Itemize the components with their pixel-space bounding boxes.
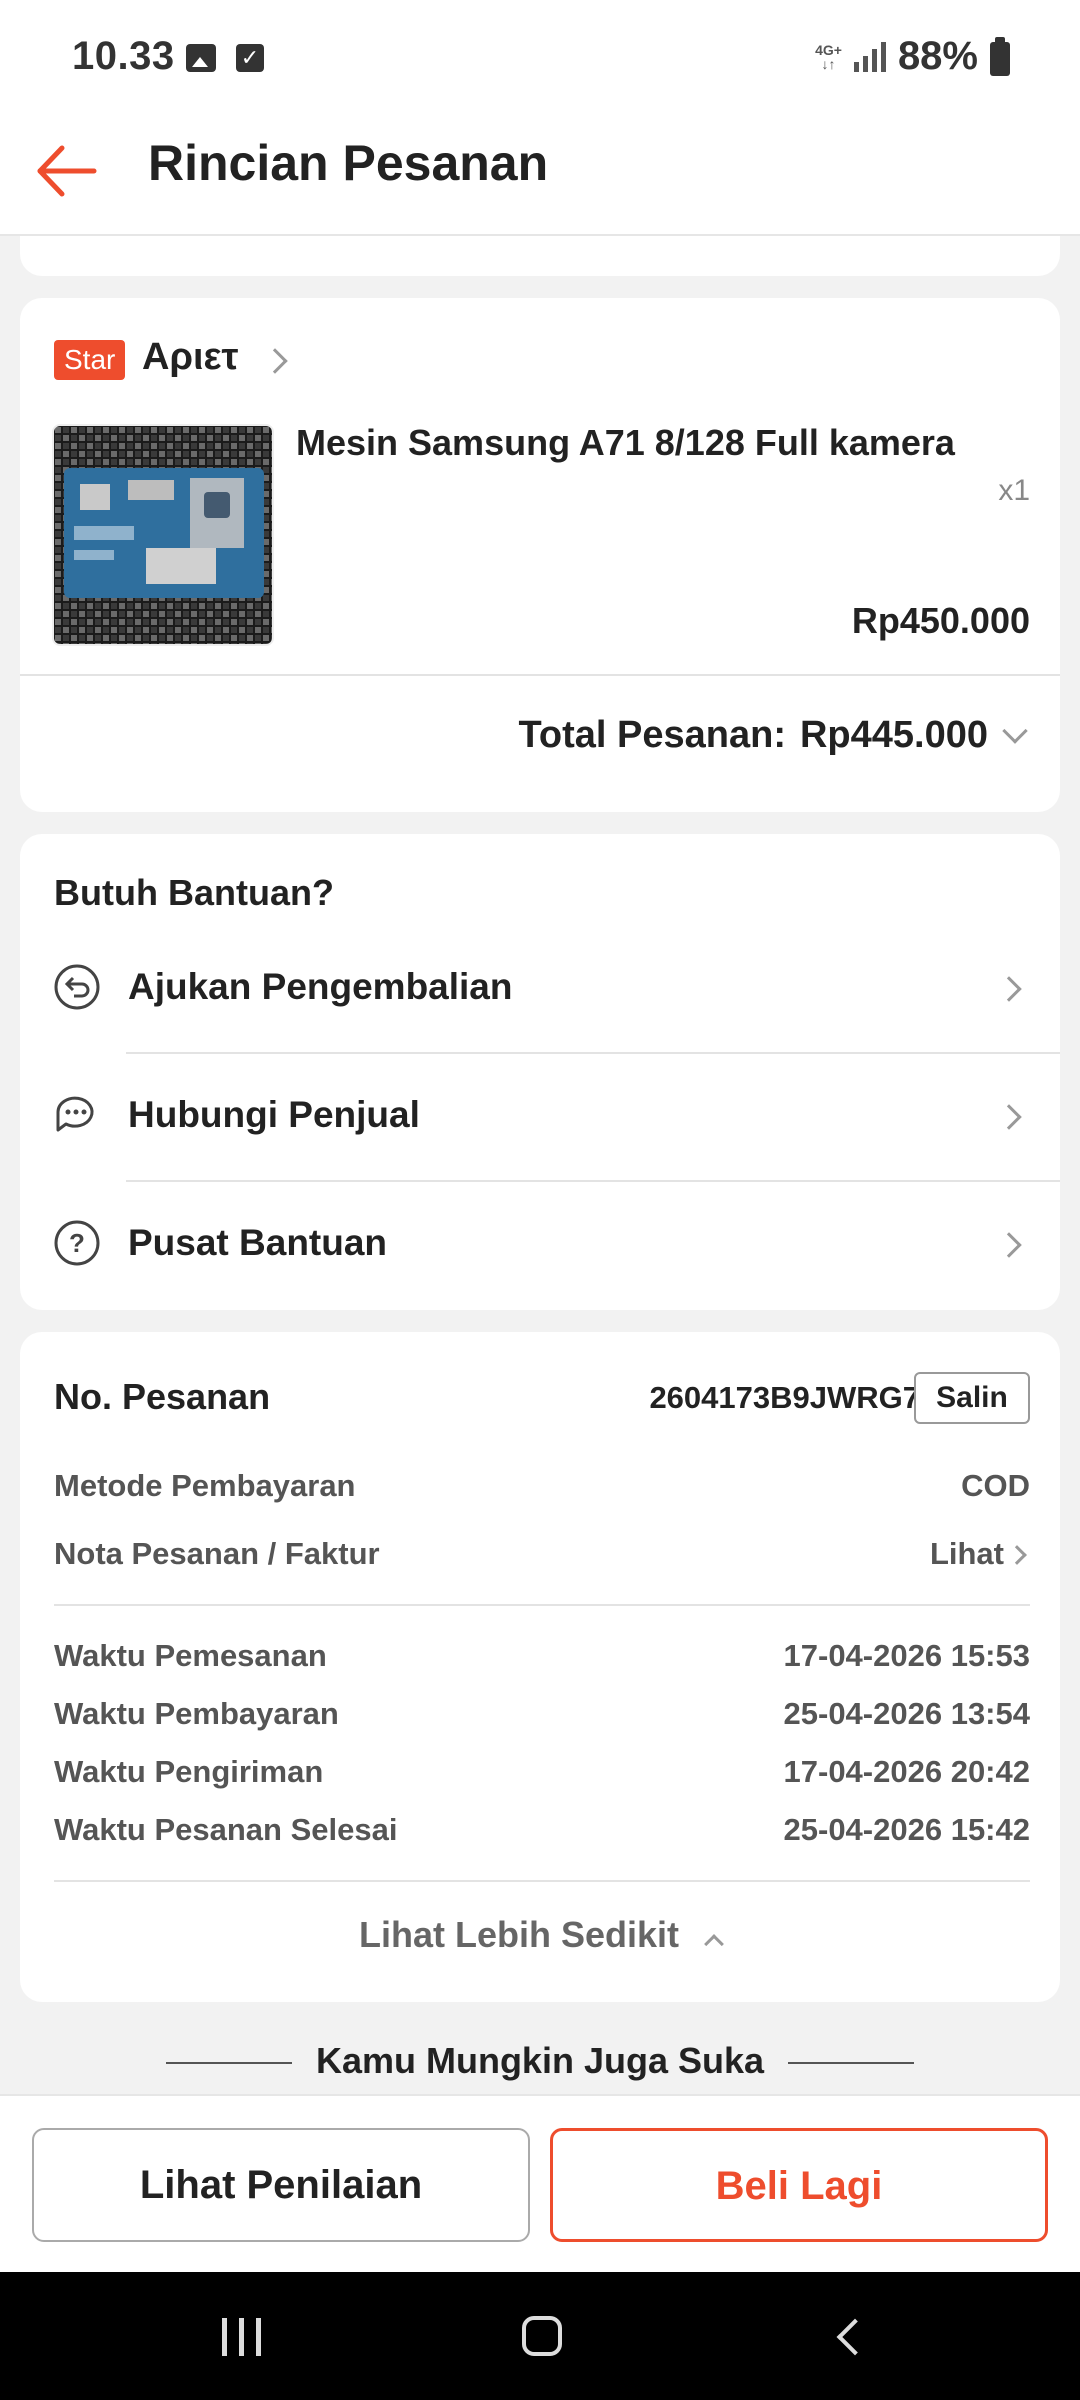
see-less-toggle[interactable]: Lihat Lebih Sedikit bbox=[20, 1914, 1060, 1956]
shipping-time-label: Waktu Pengiriman bbox=[54, 1754, 324, 1789]
image-notification-icon bbox=[186, 44, 216, 72]
product-quantity: x1 bbox=[998, 474, 1030, 507]
page-title: Rincian Pesanan bbox=[148, 135, 549, 191]
order-info-card: No. Pesanan 2604173B9JWRG7 Salin Metode … bbox=[20, 1332, 1060, 2002]
order-time-label: Waktu Pemesanan bbox=[54, 1638, 327, 1673]
previous-card-edge bbox=[20, 236, 1060, 276]
shipping-time-value: 17-04-2026 20:42 bbox=[783, 1754, 1030, 1789]
checkbox-notification-icon: ✓ bbox=[236, 44, 264, 72]
star-seller-badge: Star bbox=[54, 340, 126, 380]
order-total-label: Total Pesanan: bbox=[518, 714, 786, 756]
payment-time-value: 25-04-2026 13:54 bbox=[783, 1696, 1030, 1731]
help-item-label: Ajukan Pengembalian bbox=[128, 966, 513, 1007]
bottom-action-bar: Lihat Penilaian Beli Lagi bbox=[0, 2094, 1080, 2272]
help-card: Butuh Bantuan? Ajukan Pengembalian Hubun… bbox=[20, 834, 1060, 1310]
app-header: Rincian Pesanan bbox=[0, 110, 1080, 236]
payment-method-label: Metode Pembayaran bbox=[54, 1468, 356, 1503]
back-arrow-icon[interactable] bbox=[32, 136, 102, 206]
battery-icon bbox=[990, 36, 1010, 76]
order-time-value: 17-04-2026 15:53 bbox=[783, 1638, 1030, 1673]
network-type-icon: 4G+ ↓↑ bbox=[815, 43, 842, 71]
chevron-right-icon bbox=[996, 976, 1022, 1002]
chevron-right-icon bbox=[996, 1232, 1022, 1258]
svg-text:?: ? bbox=[69, 1228, 85, 1258]
order-total-value: Rp445.000 bbox=[799, 714, 988, 756]
view-review-button[interactable]: Lihat Penilaian bbox=[32, 2128, 530, 2242]
see-less-label: Lihat Lebih Sedikit bbox=[358, 1914, 679, 1955]
chat-icon bbox=[56, 1096, 94, 1132]
help-item-label: Hubungi Penjual bbox=[128, 1094, 420, 1135]
status-indicators: 4G+ ↓↑ 88% bbox=[815, 34, 1010, 79]
chevron-right-icon bbox=[996, 1104, 1022, 1130]
divider bbox=[54, 1880, 1030, 1882]
help-item-return[interactable]: Ajukan Pengembalian bbox=[20, 924, 1060, 1052]
help-circle-icon: ? bbox=[54, 1220, 100, 1266]
buy-again-button[interactable]: Beli Lagi bbox=[550, 2128, 1048, 2242]
payment-time-label: Waktu Pembayaran bbox=[54, 1696, 339, 1731]
signal-icon bbox=[853, 41, 886, 72]
order-number-label: No. Pesanan bbox=[54, 1376, 271, 1417]
payment-method-value: COD bbox=[961, 1468, 1030, 1503]
invoice-label: Nota Pesanan / Faktur bbox=[54, 1536, 380, 1571]
order-number-value: 2604173B9JWRG7 bbox=[649, 1380, 920, 1415]
nav-back-icon[interactable] bbox=[836, 2318, 874, 2356]
order-item-card: Star Αριετ Mesin Samsung A71 8/128 Full … bbox=[20, 298, 1060, 812]
home-icon[interactable] bbox=[522, 2316, 562, 2356]
help-title: Butuh Bantuan? bbox=[54, 872, 334, 913]
copy-order-number-button[interactable]: Salin bbox=[914, 1372, 1030, 1424]
divider-line-right bbox=[788, 2062, 914, 2064]
suggestions-title: Kamu Mungkin Juga Suka bbox=[315, 2040, 765, 2081]
completed-time-label: Waktu Pesanan Selesai bbox=[54, 1812, 398, 1847]
chevron-down-icon[interactable] bbox=[1002, 718, 1028, 744]
help-item-help-center[interactable]: ? Pusat Bantuan bbox=[20, 1180, 1060, 1308]
status-time: 10.33 bbox=[72, 34, 175, 78]
help-item-label: Pusat Bantuan bbox=[128, 1222, 388, 1263]
divider bbox=[20, 674, 1060, 676]
network-activity-label: ↓↑ bbox=[821, 55, 836, 72]
status-bar: 10.33 ✓ 4G+ ↓↑ 88% bbox=[0, 0, 1080, 110]
order-total[interactable]: Total Pesanan: Rp445.000 bbox=[519, 714, 988, 757]
product-price: Rp450.000 bbox=[851, 600, 1030, 641]
completed-time-value: 25-04-2026 15:42 bbox=[783, 1812, 1030, 1847]
shop-name[interactable]: Αριετ bbox=[142, 336, 239, 379]
chevron-right-icon[interactable] bbox=[1007, 1545, 1027, 1565]
divider bbox=[54, 1604, 1030, 1606]
product-image[interactable] bbox=[52, 424, 274, 646]
network-type-label: 4G+ bbox=[815, 41, 842, 58]
chevron-up-icon bbox=[704, 1934, 724, 1954]
shop-chevron-icon[interactable] bbox=[262, 348, 288, 374]
notification-icons: ✓ bbox=[186, 44, 264, 72]
product-name[interactable]: Mesin Samsung A71 8/128 Full kamera bbox=[296, 422, 955, 464]
invoice-link[interactable]: Lihat bbox=[930, 1536, 1004, 1572]
battery-percentage: 88% bbox=[897, 34, 978, 78]
system-nav-bar bbox=[0, 2272, 1080, 2400]
return-icon bbox=[54, 964, 100, 1010]
help-item-contact-seller[interactable]: Hubungi Penjual bbox=[20, 1052, 1060, 1180]
recent-apps-icon[interactable] bbox=[222, 2318, 261, 2356]
